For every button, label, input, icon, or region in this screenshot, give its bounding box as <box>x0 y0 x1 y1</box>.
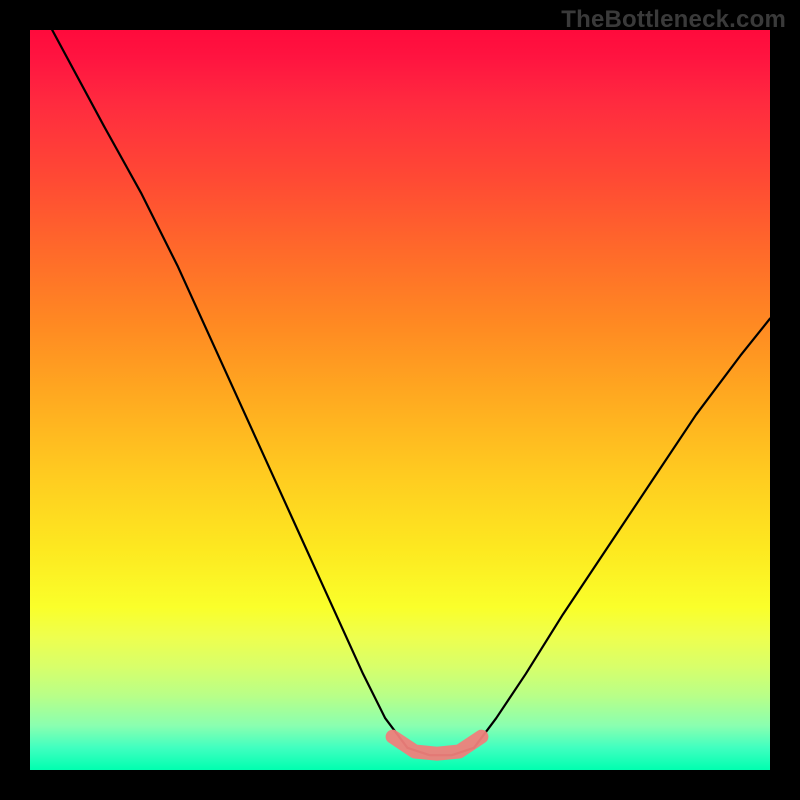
valley-curve <box>52 30 770 755</box>
highlight-segment <box>393 737 482 754</box>
plot-area <box>30 30 770 770</box>
chart-container: TheBottleneck.com <box>0 0 800 800</box>
curve-layer <box>30 30 770 770</box>
watermark-text: TheBottleneck.com <box>561 6 786 34</box>
